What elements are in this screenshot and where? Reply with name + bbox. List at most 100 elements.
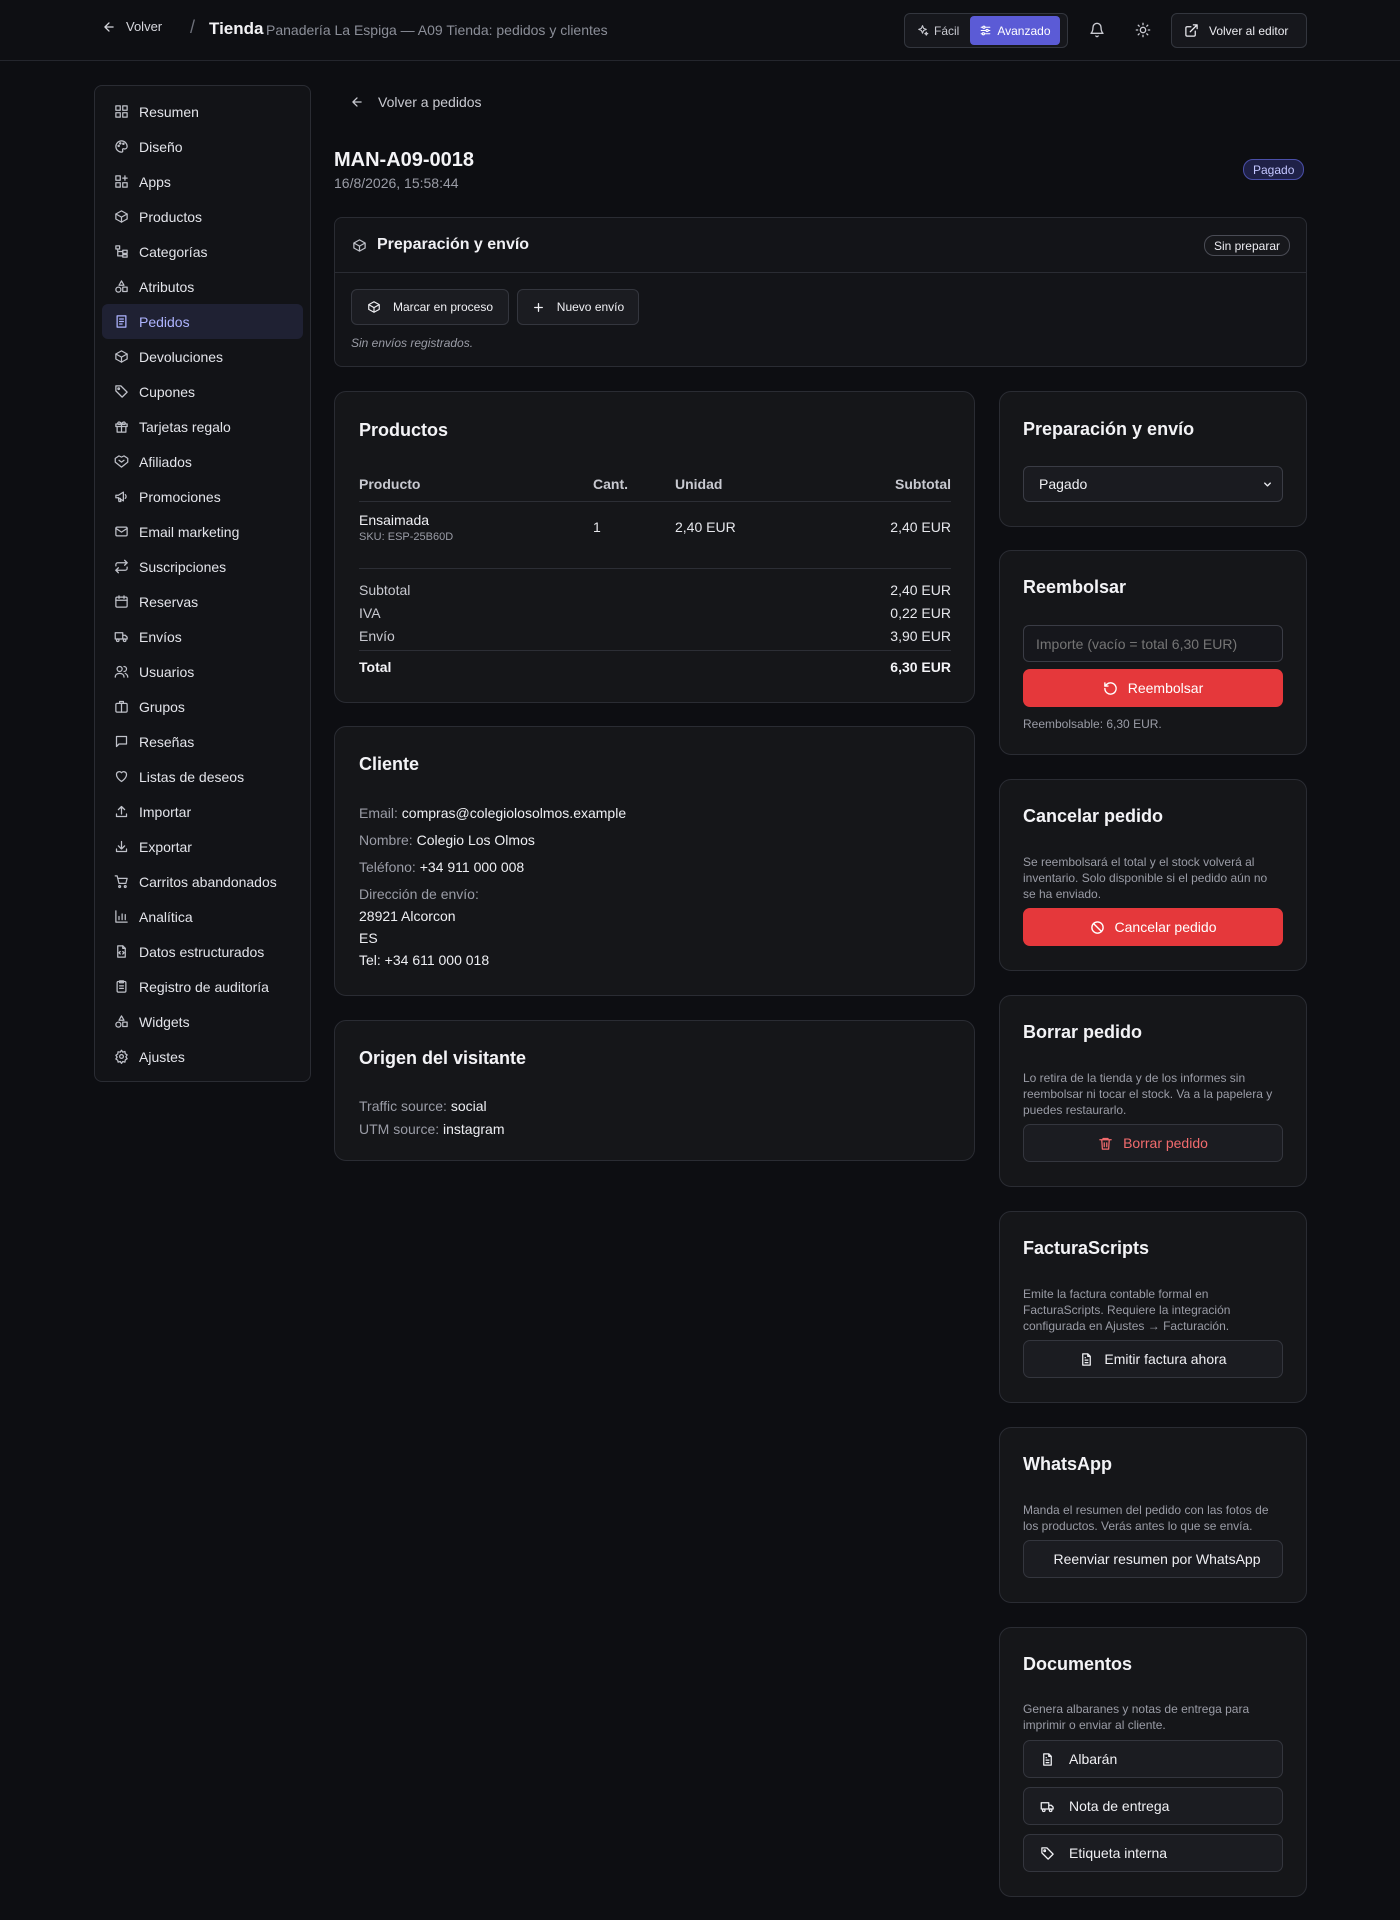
cancel-order-button[interactable]: Cancelar pedido [1023,908,1283,946]
sidebar-item-label: Importar [139,803,192,820]
download-icon [114,839,129,854]
gear-icon [114,1049,129,1064]
sidebar-item-exportar[interactable]: Exportar [102,829,303,864]
box-return-icon [114,349,129,364]
sidebar-item-categorias[interactable]: Categorías [102,234,303,269]
sidebar-item-resenas[interactable]: Reseñas [102,724,303,759]
refund-button[interactable]: Reembolsar [1023,669,1283,707]
apps-icon [114,174,129,189]
sidebar-item-apps[interactable]: Apps [102,164,303,199]
sidebar-item-carritos-abandonados[interactable]: Carritos abandonados [102,864,303,899]
mark-in-process-label: Marcar en proceso [392,300,494,314]
refund-amount-input[interactable] [1023,625,1283,662]
sidebar-item-label: Diseño [139,138,183,155]
sidebar-item-atributos[interactable]: Atributos [102,269,303,304]
refund-card: Reembolsar Reembolsar Reembolsable: 6,30… [999,550,1307,755]
sidebar-item-widgets[interactable]: Widgets [102,1004,303,1039]
sidebar-item-registro-de-auditoria[interactable]: Registro de auditoría [102,969,303,1004]
sidebar-item-listas-de-deseos[interactable]: Listas de deseos [102,759,303,794]
sidebar-item-label: Cupones [139,383,196,400]
visitor-origin-card: Origen del visitante Traffic source: soc… [334,1020,975,1161]
order-status-select[interactable]: Pagado [1023,466,1283,502]
sidebar-item-label: Reseñas [139,733,195,750]
delete-order-title: Borrar pedido [1023,1022,1143,1042]
sidebar-item-diseno[interactable]: Diseño [102,129,303,164]
shipping-prep-title: Preparación y envío [377,236,530,253]
tax-label: IVA [359,605,381,621]
traffic-source-value: social [450,1098,487,1114]
sidebar-item-devoluciones[interactable]: Devoluciones [102,339,303,374]
receipt-icon [114,314,129,329]
sidebar-item-label: Widgets [139,1013,190,1030]
column-header-unit: Unidad [675,476,723,492]
sidebar-item-resumen[interactable]: Resumen [102,94,303,129]
documents-title: Documentos [1023,1654,1133,1674]
sidebar-item-analitica[interactable]: Analítica [102,899,303,934]
tax-row: IVA 0,22 EUR [359,605,951,628]
total-label: Total [359,659,392,675]
sidebar-item-usuarios[interactable]: Usuarios [102,654,303,689]
editor-label: Volver al editor [1209,23,1289,38]
sidebar-item-reservas[interactable]: Reservas [102,584,303,619]
new-shipment-button[interactable]: Nuevo envío [517,289,639,325]
issue-invoice-button[interactable]: Emitir factura ahora [1023,1340,1283,1378]
mark-in-process-button[interactable]: Marcar en proceso [351,289,509,325]
resend-whatsapp-button[interactable]: Reenviar resumen por WhatsApp [1023,1540,1283,1578]
sidebar-item-cupones[interactable]: Cupones [102,374,303,409]
delivery-note-label: Nota de entrega [1069,1798,1170,1814]
delivery-note-button[interactable]: Nota de entrega [1023,1787,1283,1825]
sidebar-item-label: Carritos abandonados [139,873,277,890]
tag-icon [114,384,129,399]
sidebar-item-ajustes[interactable]: Ajustes [102,1039,303,1074]
sidebar-item-envios[interactable]: Envíos [102,619,303,654]
subtotal-label: Subtotal [359,582,411,598]
sidebar-item-label: Apps [139,173,171,190]
upload-icon [114,804,129,819]
whatsapp-card: WhatsApp Manda el resumen del pedido con… [999,1427,1307,1603]
status-card: Preparación y envío Pagado [999,391,1307,527]
megaphone-icon [114,489,129,504]
message-icon [114,734,129,749]
customer-phone-row: Teléfono: +34 911 000 008 [359,856,626,878]
back-to-orders-link[interactable]: Volver a pedidos [350,94,482,110]
refundable-note: Reembolsable: 6,30 EUR. [1023,717,1162,731]
internal-label-button[interactable]: Etiqueta interna [1023,1834,1283,1872]
mode-advanced-button[interactable]: Avanzado [970,16,1060,45]
sidebar-item-importar[interactable]: Importar [102,794,303,829]
refund-title: Reembolsar [1023,577,1127,597]
product-subtotal: 2,40 EUR [890,519,951,535]
sidebar-item-afiliados[interactable]: Afiliados [102,444,303,479]
theme-toggle-button[interactable] [1131,18,1155,42]
box-icon [114,209,129,224]
subtotal-row: Subtotal 2,40 EUR [359,582,951,605]
grid-icon [114,104,129,119]
bell-icon [1090,22,1104,38]
ban-icon [1090,920,1104,934]
cancel-order-card: Cancelar pedido Se reembolsará el total … [999,779,1307,971]
albaran-button[interactable]: Albarán [1023,1740,1283,1778]
whatsapp-title: WhatsApp [1023,1454,1112,1474]
package-icon [368,301,380,313]
sidebar-item-promociones[interactable]: Promociones [102,479,303,514]
back-button[interactable]: Volver [102,19,162,34]
sidebar-item-email-marketing[interactable]: Email marketing [102,514,303,549]
sidebar-item-pedidos[interactable]: Pedidos [102,304,303,339]
plus-icon [533,302,543,312]
column-header-qty: Cant. [593,476,628,492]
app-title: Tienda [209,19,264,38]
sidebar-item-productos[interactable]: Productos [102,199,303,234]
truck-icon [114,629,129,644]
mode-easy-button[interactable]: Fácil [907,16,968,45]
sidebar-item-datos-estructurados[interactable]: Datos estructurados [102,934,303,969]
sidebar-item-tarjetas-regalo[interactable]: Tarjetas regalo [102,409,303,444]
tree-icon [114,244,129,259]
visitor-origin-title: Origen del visitante [359,1048,527,1068]
sidebar: Resumen Diseño Apps Productos Categorías Atri… [94,85,311,1082]
notifications-button[interactable] [1085,18,1109,42]
back-to-editor-button[interactable]: Volver al editor [1171,13,1307,48]
sidebar-item-suscripciones[interactable]: Suscripciones [102,549,303,584]
order-status-badge: Pagado [1243,159,1305,180]
delete-order-button[interactable]: Borrar pedido [1023,1124,1283,1162]
sidebar-item-grupos[interactable]: Grupos [102,689,303,724]
mode-easy-label: Fácil [934,23,960,38]
